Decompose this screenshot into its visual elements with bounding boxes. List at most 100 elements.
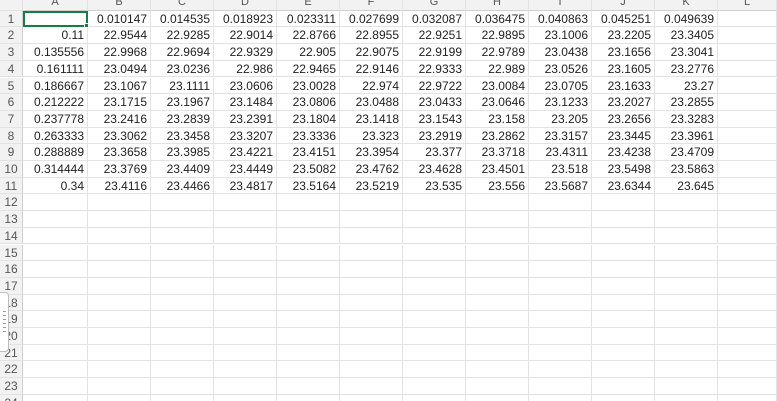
- cell-j2[interactable]: 23.2205: [592, 27, 655, 45]
- cell-b10[interactable]: 23.3769: [88, 161, 151, 178]
- cell-j23[interactable]: [592, 378, 655, 395]
- cell-h12[interactable]: [466, 194, 529, 212]
- cell-i19[interactable]: [529, 311, 592, 328]
- cell-g9[interactable]: 23.377: [403, 144, 466, 161]
- cell-f22[interactable]: [340, 361, 403, 379]
- cell-c7[interactable]: 23.2839: [151, 110, 214, 128]
- cell-f14[interactable]: [340, 227, 403, 245]
- cell-a12[interactable]: [23, 194, 88, 212]
- cell-i5[interactable]: 23.0705: [529, 77, 592, 95]
- column-header-i[interactable]: I: [529, 0, 592, 11]
- cell-g21[interactable]: [403, 344, 466, 362]
- cell-j13[interactable]: [592, 211, 655, 228]
- cell-g19[interactable]: [403, 311, 466, 328]
- cell-d24[interactable]: [214, 394, 277, 401]
- cell-l9[interactable]: [718, 144, 777, 161]
- column-header-d[interactable]: D: [214, 0, 277, 11]
- cell-e2[interactable]: 22.8766: [277, 27, 340, 45]
- cell-b9[interactable]: 23.3658: [88, 144, 151, 161]
- row-header-4[interactable]: 4: [0, 60, 23, 78]
- cell-k9[interactable]: 23.4709: [655, 144, 718, 161]
- cell-k24[interactable]: [655, 394, 718, 401]
- cell-k3[interactable]: 23.3041: [655, 44, 718, 61]
- cell-h18[interactable]: [466, 294, 529, 312]
- cell-b14[interactable]: [88, 227, 151, 245]
- cell-f1[interactable]: 0.027699: [340, 10, 403, 28]
- cell-h10[interactable]: 23.4501: [466, 161, 529, 178]
- selected-cell-a1[interactable]: [23, 10, 88, 28]
- cell-l1[interactable]: [718, 10, 777, 28]
- cell-h5[interactable]: 23.0084: [466, 77, 529, 95]
- column-header-g[interactable]: G: [403, 0, 466, 11]
- cell-g15[interactable]: [403, 244, 466, 262]
- cell-h17[interactable]: [466, 277, 529, 295]
- row-header-5[interactable]: 5: [0, 77, 23, 95]
- cell-i10[interactable]: 23.518: [529, 161, 592, 178]
- cell-c23[interactable]: [151, 378, 214, 395]
- cell-f3[interactable]: 22.9075: [340, 44, 403, 61]
- cell-c10[interactable]: 23.4409: [151, 161, 214, 178]
- cell-i17[interactable]: [529, 277, 592, 295]
- cell-g5[interactable]: 22.9722: [403, 77, 466, 95]
- cell-k23[interactable]: [655, 378, 718, 395]
- cell-d11[interactable]: 23.4817: [214, 177, 277, 195]
- cell-i23[interactable]: [529, 378, 592, 395]
- cell-c12[interactable]: [151, 194, 214, 212]
- cell-f5[interactable]: 22.974: [340, 77, 403, 95]
- cell-i4[interactable]: 23.0526: [529, 60, 592, 78]
- cell-a2[interactable]: 0.11: [23, 27, 88, 45]
- cell-b11[interactable]: 23.4116: [88, 177, 151, 195]
- column-header-j[interactable]: J: [592, 0, 655, 11]
- cell-c15[interactable]: [151, 244, 214, 262]
- cell-h3[interactable]: 22.9789: [466, 44, 529, 61]
- cell-c8[interactable]: 23.3458: [151, 127, 214, 145]
- cell-j1[interactable]: 0.045251: [592, 10, 655, 28]
- cell-k1[interactable]: 0.049639: [655, 10, 718, 28]
- cell-f9[interactable]: 23.3954: [340, 144, 403, 161]
- cell-h13[interactable]: [466, 211, 529, 228]
- cell-k21[interactable]: [655, 344, 718, 362]
- row-header-23[interactable]: 23: [0, 378, 23, 395]
- cell-f23[interactable]: [340, 378, 403, 395]
- cell-e12[interactable]: [277, 194, 340, 212]
- cell-d22[interactable]: [214, 361, 277, 379]
- cell-d8[interactable]: 23.3207: [214, 127, 277, 145]
- cell-d12[interactable]: [214, 194, 277, 212]
- row-header-8[interactable]: 8: [0, 127, 23, 145]
- cell-j10[interactable]: 23.5498: [592, 161, 655, 178]
- cell-j4[interactable]: 23.1605: [592, 60, 655, 78]
- cell-h20[interactable]: [466, 328, 529, 345]
- cell-i8[interactable]: 23.3157: [529, 127, 592, 145]
- cell-a23[interactable]: [23, 378, 88, 395]
- cell-d4[interactable]: 22.986: [214, 60, 277, 78]
- cell-k17[interactable]: [655, 277, 718, 295]
- row-header-14[interactable]: 14: [0, 227, 23, 245]
- cell-f10[interactable]: 23.4762: [340, 161, 403, 178]
- cell-l24[interactable]: [718, 394, 777, 401]
- cell-g14[interactable]: [403, 227, 466, 245]
- cell-i15[interactable]: [529, 244, 592, 262]
- cell-d2[interactable]: 22.9014: [214, 27, 277, 45]
- cell-e18[interactable]: [277, 294, 340, 312]
- cell-a8[interactable]: 0.263333: [23, 127, 88, 145]
- cell-d5[interactable]: 23.0606: [214, 77, 277, 95]
- cell-j8[interactable]: 23.3445: [592, 127, 655, 145]
- cell-e1[interactable]: 0.023311: [277, 10, 340, 28]
- cell-k5[interactable]: 23.27: [655, 77, 718, 95]
- cell-h4[interactable]: 22.989: [466, 60, 529, 78]
- cell-e14[interactable]: [277, 227, 340, 245]
- column-header-c[interactable]: C: [151, 0, 214, 11]
- cell-h14[interactable]: [466, 227, 529, 245]
- cell-k18[interactable]: [655, 294, 718, 312]
- cell-g22[interactable]: [403, 361, 466, 379]
- cell-l22[interactable]: [718, 361, 777, 379]
- cell-h19[interactable]: [466, 311, 529, 328]
- row-header-7[interactable]: 7: [0, 110, 23, 128]
- cell-b23[interactable]: [88, 378, 151, 395]
- cell-i16[interactable]: [529, 261, 592, 278]
- cell-f12[interactable]: [340, 194, 403, 212]
- cell-j14[interactable]: [592, 227, 655, 245]
- cell-l5[interactable]: [718, 77, 777, 95]
- cell-k22[interactable]: [655, 361, 718, 379]
- cell-a16[interactable]: [23, 261, 88, 278]
